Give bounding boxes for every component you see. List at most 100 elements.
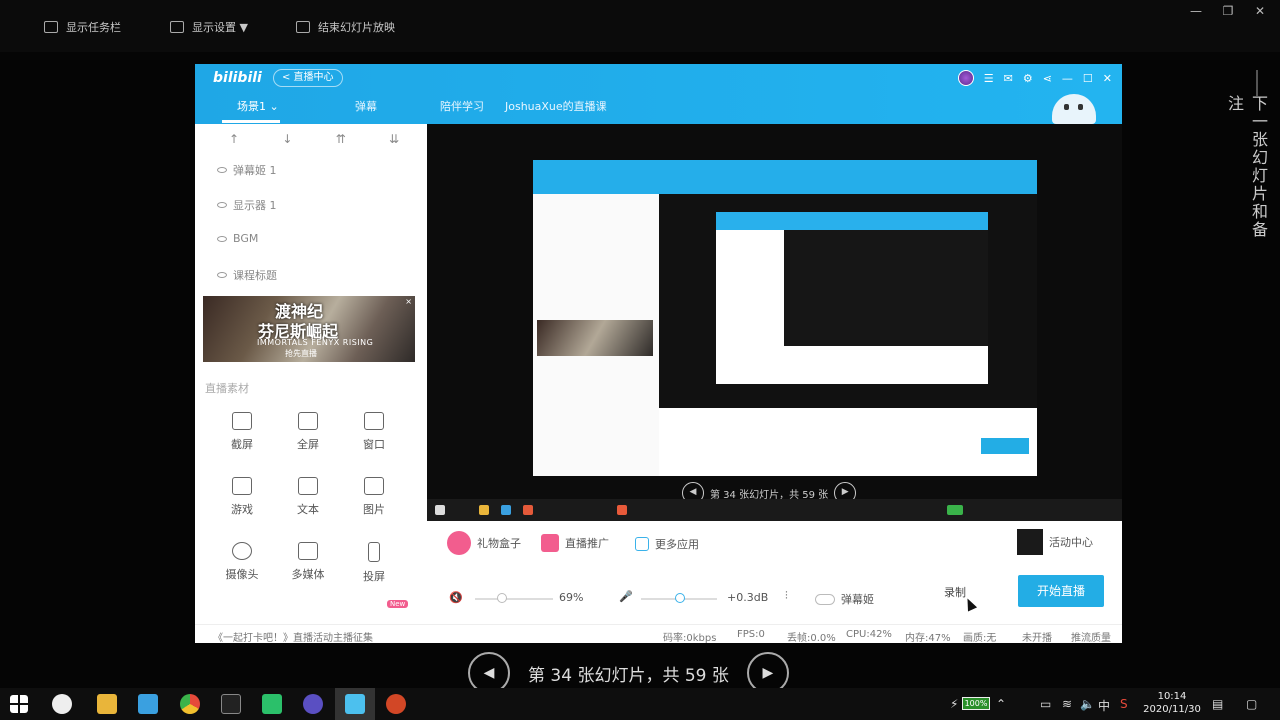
promotion-button[interactable]: 直播推广 [541, 534, 609, 552]
ime-indicator[interactable]: 中 [1098, 697, 1110, 714]
material-screenshot[interactable]: 截屏 [217, 412, 267, 452]
notice-text[interactable]: 《一起打卡吧！》直播活动主播征集 [213, 629, 373, 643]
chrome-icon[interactable] [180, 694, 200, 714]
live-center-button[interactable]: < 直播中心 [273, 69, 343, 87]
obs-icon[interactable] [303, 694, 323, 714]
material-label: 图片 [363, 503, 385, 516]
display-settings-button[interactable]: 显示设置 ▼ [170, 18, 248, 36]
material-label: 截屏 [231, 438, 253, 451]
show-taskbar-button[interactable]: 显示任务栏 [44, 18, 121, 36]
move-up-icon[interactable]: ↑ [229, 132, 239, 146]
share-icon[interactable]: ⋖ [1043, 72, 1052, 85]
bilibili-logo: bilibili [213, 70, 262, 86]
activity-center-button[interactable]: 活动中心 [1017, 529, 1093, 555]
menu-icon[interactable]: ☰ [984, 72, 994, 85]
game-ad-banner[interactable]: 渡神纪 芬尼斯崛起 IMMORTALS FENYX RISING 抢先直播 × [203, 296, 415, 362]
network-icon[interactable]: ▭ [1040, 697, 1051, 711]
material-cast[interactable]: 投屏 [349, 542, 399, 584]
tab-danmaku[interactable]: 弹幕 [355, 98, 377, 114]
mic-gain-label: +0.3dB [727, 591, 769, 604]
mail-app-icon[interactable] [138, 694, 158, 714]
eye-icon[interactable] [217, 202, 227, 208]
gamepad-icon [232, 477, 252, 495]
scene-item-course-title[interactable]: 课程标题 [217, 267, 277, 283]
maximize-icon[interactable]: ☐ [1083, 72, 1093, 85]
battery-indicator[interactable]: 100% [962, 697, 990, 710]
eye-icon[interactable] [217, 272, 227, 278]
end-slideshow-button[interactable]: 结束幻灯片放映 [296, 18, 395, 36]
more-apps-label: 更多应用 [655, 538, 699, 551]
move-bottom-icon[interactable]: ⇊ [389, 132, 399, 146]
material-window[interactable]: 窗口 [349, 412, 399, 452]
chevron-up-icon[interactable]: ⌃ [996, 697, 1006, 711]
phone-icon [368, 542, 380, 562]
mouse-cursor [962, 596, 978, 612]
next-slide-notes-label[interactable]: 下一张幻灯片和备注 [1225, 95, 1270, 245]
restore-icon[interactable]: ❐ [1218, 4, 1238, 20]
file-explorer-icon[interactable] [97, 694, 117, 714]
nested-preview-area [659, 194, 1037, 408]
windows-start-icon[interactable] [10, 695, 28, 713]
pycharm-icon[interactable] [262, 694, 282, 714]
clock[interactable]: 10:14 2020/11/30 [1142, 690, 1202, 716]
stream-quality[interactable]: 推流质量 [1071, 629, 1111, 643]
close-icon[interactable]: ✕ [1103, 72, 1112, 85]
tab-scene[interactable]: 场景1 ⌄ [237, 98, 279, 114]
material-media[interactable]: 多媒体 [283, 542, 333, 582]
wifi-icon[interactable]: ≋ [1062, 697, 1072, 711]
start-live-button[interactable]: 开始直播 [1018, 575, 1104, 607]
mixer-icon[interactable]: ⫶ [785, 589, 788, 603]
divider [1256, 70, 1258, 96]
fps-stat: FPS:0 [737, 629, 765, 640]
material-label: 全屏 [297, 438, 319, 451]
volume-icon[interactable]: 🔈 [1080, 697, 1095, 711]
material-fullscreen[interactable]: 全屏 [283, 412, 333, 452]
eye-icon[interactable] [217, 235, 227, 242]
close-icon[interactable]: × [405, 297, 412, 306]
materials-title: 直播素材 [205, 382, 249, 395]
minimize-icon[interactable]: — [1186, 4, 1206, 20]
record-button[interactable]: 录制 [944, 584, 966, 600]
pinwheel-app-icon[interactable] [52, 694, 72, 714]
close-icon[interactable]: ✕ [1250, 4, 1270, 20]
scene-item-display[interactable]: 显示器 1 [217, 197, 277, 213]
minimize-icon[interactable]: — [1062, 72, 1073, 85]
activity-label: 活动中心 [1049, 536, 1093, 549]
nested-preview [533, 160, 1037, 476]
terminal-icon[interactable] [221, 694, 241, 714]
speaker-mute-icon[interactable]: 🔇 [449, 591, 463, 604]
scene-order-controls: ↑ ↓ ⇈ ⇊ [229, 132, 399, 146]
toggle-switch[interactable] [815, 593, 835, 605]
microphone-icon[interactable]: 🎤 [619, 590, 633, 603]
live-preview[interactable]: ◀ 第 34 张幻灯片，共 59 张 ▶ [427, 124, 1122, 521]
more-apps-button[interactable]: 更多应用 [635, 536, 699, 552]
volume-slider[interactable] [475, 598, 553, 600]
settings-icon[interactable]: ⚙ [1023, 72, 1033, 85]
danmaku-toggle[interactable]: 弹幕姬 [815, 591, 874, 607]
tab-room-title[interactable]: JoshuaXue的直播课 [505, 98, 607, 114]
notes-icon[interactable]: ▤ [1212, 697, 1223, 711]
scene-item-danmaku[interactable]: 弹幕姬 1 [217, 162, 277, 178]
material-image[interactable]: 图片 [349, 477, 399, 517]
gift-box-button[interactable]: 礼物盒子 [447, 531, 521, 555]
sogou-icon[interactable]: S [1120, 697, 1128, 711]
material-camera[interactable]: 摄像头 [217, 542, 267, 582]
move-down-icon[interactable]: ↓ [282, 132, 292, 146]
mascot-icon [1052, 94, 1096, 124]
notification-icon[interactable]: ▢ [1246, 697, 1257, 711]
live-state: 未开播 [1022, 633, 1052, 643]
end-slideshow-icon [296, 21, 310, 33]
material-game[interactable]: 游戏 [217, 477, 267, 517]
mic-knob[interactable] [675, 593, 685, 603]
tab-study[interactable]: 陪伴学习 [440, 98, 484, 114]
mail-icon[interactable]: ✉ [1004, 72, 1013, 85]
gift-label: 礼物盒子 [477, 537, 521, 550]
volume-knob[interactable] [496, 593, 507, 603]
avatar[interactable] [957, 70, 974, 86]
bilibili-live-icon[interactable] [345, 694, 365, 714]
eye-icon[interactable] [217, 167, 227, 173]
powerpoint-icon[interactable] [386, 694, 406, 714]
move-top-icon[interactable]: ⇈ [336, 132, 346, 146]
material-text[interactable]: 文本 [283, 477, 333, 517]
scene-item-bgm[interactable]: BGM [217, 232, 258, 245]
